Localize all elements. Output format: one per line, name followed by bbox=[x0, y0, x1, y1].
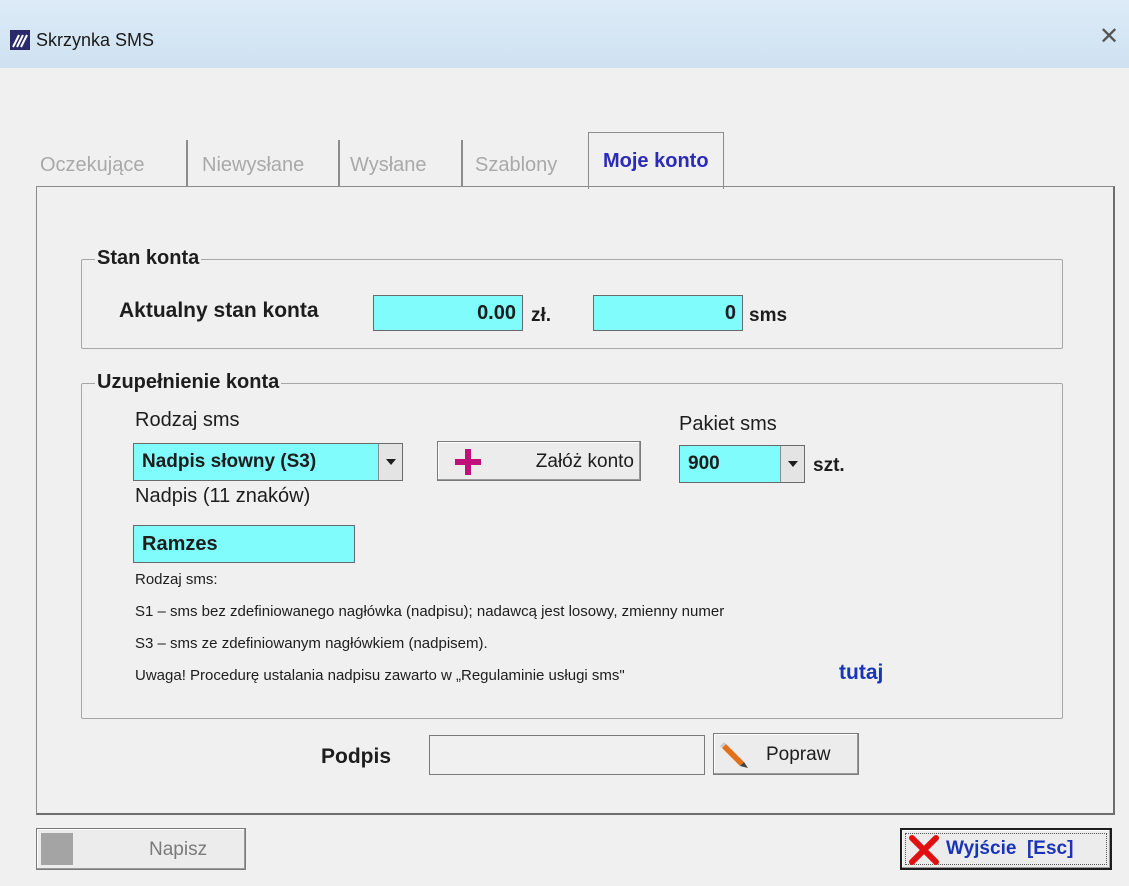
tab-separator bbox=[338, 140, 340, 186]
chevron-down-icon bbox=[788, 461, 798, 467]
rodzaj-sms-label: Rodzaj sms bbox=[135, 409, 240, 431]
pencil-icon bbox=[720, 742, 748, 768]
regulamin-link[interactable]: tutaj bbox=[839, 661, 883, 685]
popraw-button[interactable]: Popraw bbox=[713, 733, 859, 775]
nadpis-input[interactable]: Ramzes bbox=[133, 525, 355, 563]
info-s3: S3 – sms ze zdefiniowanym nagłówkiem (na… bbox=[135, 635, 488, 652]
close-x-icon bbox=[909, 835, 939, 865]
pakiet-sms-value: 900 bbox=[688, 453, 720, 474]
tab-wyslane[interactable]: Wysłane bbox=[346, 142, 431, 188]
aktualny-stan-label: Aktualny stan konta bbox=[119, 299, 319, 322]
tab-niewyslane[interactable]: Niewysłane bbox=[198, 142, 308, 188]
sms-count-field: 0 bbox=[593, 295, 743, 331]
podpis-field[interactable] bbox=[429, 735, 705, 775]
napisz-button[interactable]: Napisz bbox=[36, 828, 246, 870]
title-bar: Skrzynka SMS ✕ bbox=[0, 0, 1129, 68]
tab-moje-konto[interactable]: Moje konto bbox=[588, 132, 724, 189]
rodzaj-sms-select[interactable]: Nadpis słowny (S3) bbox=[133, 443, 403, 481]
pakiet-unit-label: szt. bbox=[813, 455, 845, 476]
tab-oczekujace[interactable]: Oczekujące bbox=[36, 142, 149, 188]
chevron-down-icon bbox=[386, 459, 396, 465]
close-icon[interactable]: ✕ bbox=[1098, 25, 1120, 49]
dropdown-button[interactable] bbox=[378, 444, 402, 480]
pakiet-sms-label: Pakiet sms bbox=[679, 413, 777, 435]
moje-konto-panel: Stan konta Aktualny stan konta 0.00 zł. … bbox=[36, 186, 1115, 815]
sms-unit-label: sms bbox=[749, 305, 788, 326]
tab-separator bbox=[461, 140, 463, 186]
currency-label: zł. bbox=[531, 305, 552, 326]
balance-amount-field: 0.00 bbox=[373, 295, 523, 331]
podpis-label: Podpis bbox=[321, 745, 392, 768]
window-title: Skrzynka SMS bbox=[36, 30, 155, 50]
napisz-label: Napisz bbox=[149, 839, 208, 860]
pakiet-sms-select[interactable]: 900 bbox=[679, 445, 805, 483]
app-logo-icon bbox=[10, 30, 30, 50]
uzupelnienie-legend: Uzupełnienie konta bbox=[95, 371, 282, 394]
rodzaj-sms-value: Nadpis słowny (S3) bbox=[142, 451, 317, 472]
zaloz-konto-button[interactable]: Załóż konto bbox=[437, 441, 641, 481]
tab-szablony[interactable]: Szablony bbox=[471, 142, 561, 188]
popraw-label: Popraw bbox=[766, 744, 831, 765]
sms-window: Skrzynka SMS ✕ Oczekujące Niewysłane Wys… bbox=[0, 0, 1129, 886]
nadpis-label: Nadpis (11 znaków) bbox=[135, 485, 311, 507]
napisz-icon bbox=[41, 833, 73, 865]
dropdown-button[interactable] bbox=[780, 446, 804, 482]
info-s1: S1 – sms bez zdefiniowanego nagłówka (na… bbox=[135, 603, 725, 620]
tab-separator bbox=[186, 140, 188, 186]
info-title: Rodzaj sms: bbox=[135, 571, 218, 588]
uwaga-text: Uwaga! Procedurę ustalania nadpisu zawar… bbox=[135, 667, 625, 684]
stan-konta-legend: Stan konta bbox=[95, 247, 202, 270]
exit-label: Wyjście [Esc] bbox=[946, 838, 1074, 859]
exit-button[interactable]: Wyjście [Esc] bbox=[900, 828, 1112, 870]
zaloz-konto-label: Załóż konto bbox=[535, 451, 634, 472]
plus-icon bbox=[455, 449, 481, 475]
